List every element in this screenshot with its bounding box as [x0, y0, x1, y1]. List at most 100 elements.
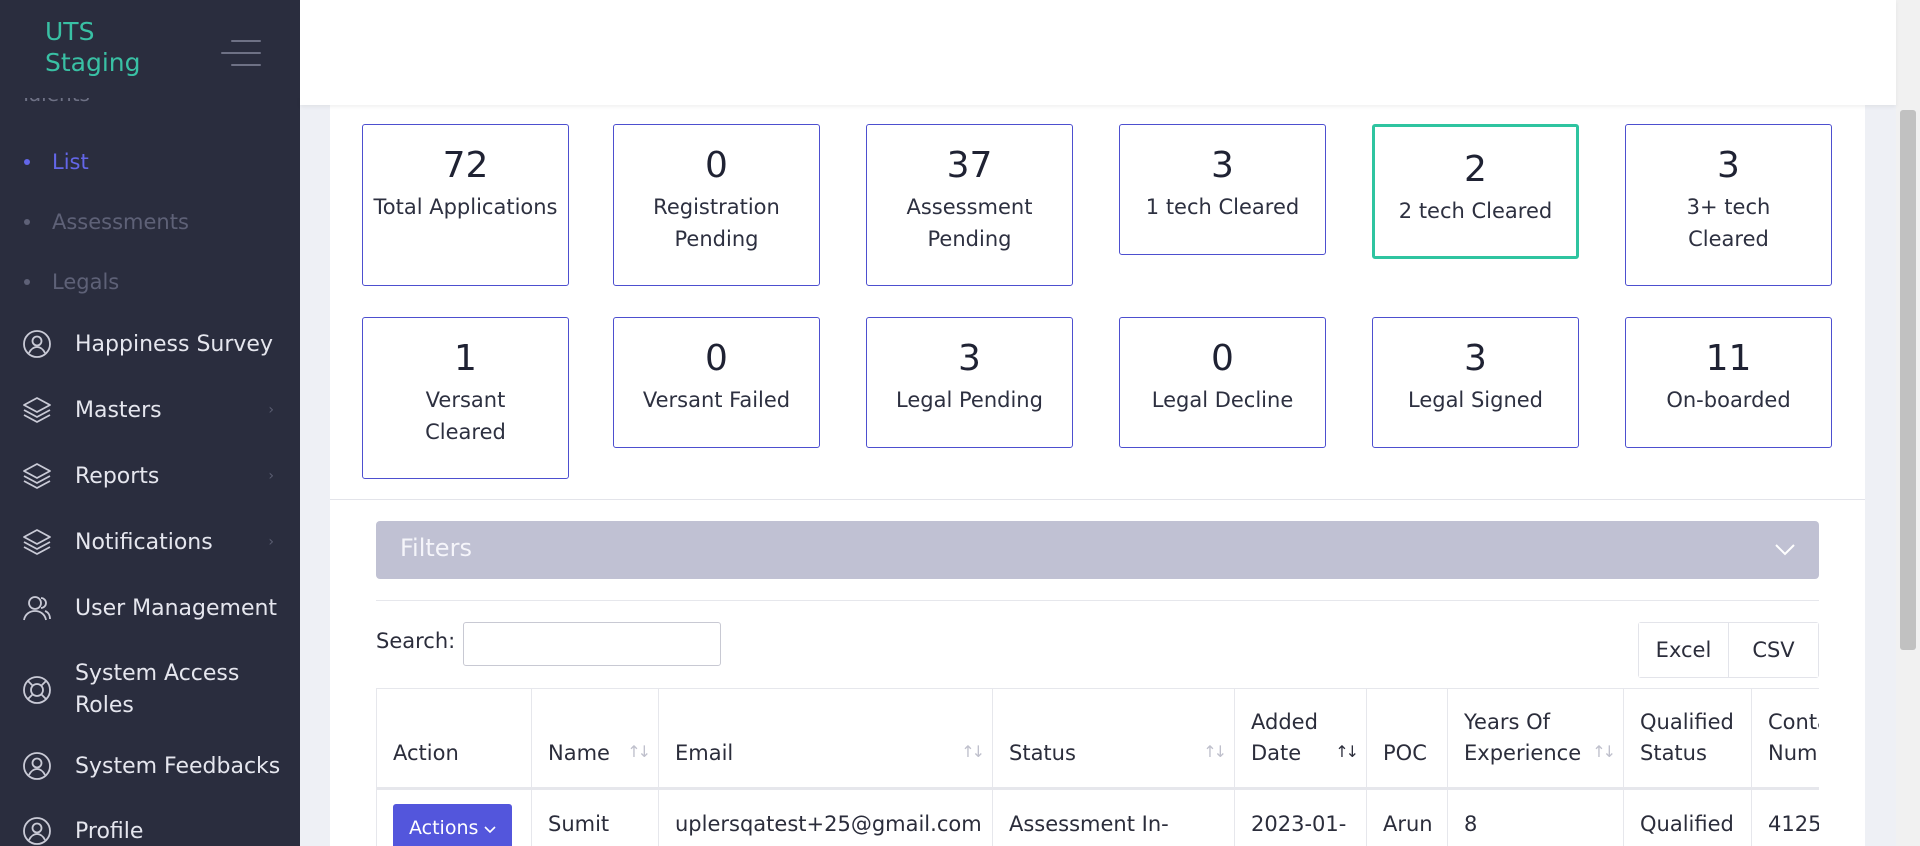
- sidebar: Talents List Assessments Legals Happines…: [0, 0, 300, 846]
- stat-value: 3: [1717, 145, 1740, 186]
- filters-accordion[interactable]: Filters: [376, 521, 1819, 579]
- sort-icon[interactable]: ↑↓: [961, 736, 985, 767]
- stat-card-2-tech-cleared[interactable]: 2 2 tech Cleared: [1372, 124, 1579, 259]
- layers-icon: [21, 460, 53, 492]
- sidebar-subitem-label: Legals: [52, 270, 120, 294]
- menu-toggle-icon[interactable]: [213, 36, 261, 72]
- vertical-scrollbar[interactable]: [1896, 0, 1920, 846]
- cell-qualified: Qualified: [1623, 788, 1752, 846]
- stat-card-versant-failed[interactable]: 0 Versant Failed: [613, 317, 820, 448]
- sidebar-item-label: System Feedbacks: [75, 753, 281, 779]
- stat-card-versant-cleared[interactable]: 1 Versant Cleared: [362, 317, 569, 479]
- app-logo[interactable]: UTS Staging: [45, 16, 141, 78]
- stat-value: 37: [946, 145, 993, 186]
- stat-card-total-applications[interactable]: 72 Total Applications: [362, 124, 569, 286]
- stat-card-3plus-tech-cleared[interactable]: 3 3+ tech Cleared: [1625, 124, 1832, 286]
- stat-value: 0: [705, 338, 728, 379]
- stat-card-on-boarded[interactable]: 11 On-boarded: [1625, 317, 1832, 448]
- stat-card-registration-pending[interactable]: 0 Registration Pending: [613, 124, 820, 286]
- sidebar-subitem-list[interactable]: List: [24, 142, 89, 182]
- cell-experience: 8: [1447, 788, 1624, 846]
- stat-label: 1 tech Cleared: [1145, 195, 1300, 219]
- stat-value: 2: [1464, 149, 1487, 190]
- stat-card-1-tech-cleared[interactable]: 3 1 tech Cleared: [1119, 124, 1326, 255]
- section-divider: [376, 600, 1819, 601]
- stat-value: 0: [1211, 338, 1234, 379]
- brand-line-1: UTS: [45, 17, 95, 46]
- sort-icon[interactable]: ↑↓: [627, 736, 651, 767]
- cell-contact: 4125636: [1751, 788, 1819, 846]
- sort-icon[interactable]: ↑↓: [1203, 736, 1227, 767]
- main-panel: 72 Total Applications 0 Registration Pen…: [330, 105, 1865, 846]
- column-header-email[interactable]: Email ↑↓: [658, 688, 993, 789]
- stat-label: Registration Pending: [653, 195, 780, 251]
- stat-label: Versant Failed: [642, 388, 791, 412]
- stat-label: Versant Cleared: [425, 388, 506, 444]
- sidebar-item-notifications[interactable]: Notifications ›: [0, 526, 300, 558]
- section-divider: [330, 499, 1865, 500]
- sidebar-item-happiness-survey[interactable]: Happiness Survey: [0, 328, 300, 360]
- column-header-status[interactable]: Status ↑↓: [992, 688, 1235, 789]
- sidebar-subitem-label: Assessments: [52, 210, 189, 234]
- cell-status: Assessment In-Progress: [992, 788, 1235, 846]
- sidebar-item-label: System Access Roles: [75, 661, 240, 718]
- actions-dropdown-button[interactable]: Actions: [393, 804, 513, 846]
- chevron-down-icon: [484, 826, 497, 834]
- user-circle-icon: [21, 750, 53, 782]
- sidebar-item-profile[interactable]: Profile: [0, 815, 300, 846]
- stat-value: 3: [1211, 145, 1234, 186]
- sidebar-item-user-management[interactable]: User Management: [0, 592, 300, 624]
- brand-line-2: Staging: [45, 48, 141, 77]
- layers-icon: [21, 394, 53, 426]
- sidebar-item-masters[interactable]: Masters ›: [0, 394, 300, 426]
- column-header-qualified-status: Qualified Status: [1623, 688, 1752, 789]
- export-button-group: Excel CSV: [1638, 622, 1819, 678]
- sort-icon[interactable]: ↑↓: [1592, 736, 1616, 767]
- stat-label: Assessment Pending: [906, 195, 1033, 251]
- sidebar-subitem-assessments[interactable]: Assessments: [24, 202, 189, 242]
- column-header-action: Action: [376, 688, 532, 789]
- sidebar-item-label: Profile: [75, 818, 144, 844]
- column-header-poc: POC: [1366, 688, 1448, 789]
- cell-email: uplersqatest+25@gmail.com: [658, 788, 993, 846]
- stat-label: Legal Decline: [1151, 388, 1294, 412]
- stat-label: Legal Signed: [1407, 388, 1543, 412]
- search-label: Search:: [376, 629, 456, 653]
- stat-label: Total Applications: [373, 195, 558, 219]
- bullet-icon: [24, 159, 30, 165]
- sidebar-item-label: Masters: [75, 397, 162, 423]
- top-header: [300, 0, 1896, 105]
- layers-icon: [21, 526, 53, 558]
- sidebar-item-system-feedbacks[interactable]: System Feedbacks: [0, 750, 300, 782]
- search-input[interactable]: [463, 622, 721, 666]
- chevron-down-icon: [1773, 537, 1797, 565]
- stat-value: 3: [958, 338, 981, 379]
- chevron-right-icon: ›: [268, 402, 274, 418]
- chevron-right-icon: ›: [268, 534, 274, 550]
- bullet-icon: [24, 219, 30, 225]
- scrollbar-thumb[interactable]: [1900, 110, 1916, 650]
- chevron-right-icon: ›: [268, 468, 274, 484]
- applications-table: Action Name ↑↓ Email ↑↓ Status ↑↓ Added Dat…: [376, 688, 1819, 846]
- stat-card-legal-decline[interactable]: 0 Legal Decline: [1119, 317, 1326, 448]
- sidebar-item-label: User Management: [75, 595, 278, 621]
- column-header-experience[interactable]: Years Of Experience ↑↓: [1447, 688, 1624, 789]
- sidebar-subitem-legals[interactable]: Legals: [24, 262, 119, 302]
- stat-value: 3: [1464, 338, 1487, 379]
- cell-name: Sumit Gupta: [531, 788, 659, 846]
- sort-icon[interactable]: ↑↓: [1335, 736, 1359, 767]
- sidebar-item-reports[interactable]: Reports ›: [0, 460, 300, 492]
- stat-label: 3+ tech Cleared: [1686, 195, 1771, 251]
- sidebar-item-system-access-roles[interactable]: System Access Roles: [0, 658, 300, 722]
- stat-card-legal-pending[interactable]: 3 Legal Pending: [866, 317, 1073, 448]
- stat-card-assessment-pending[interactable]: 37 Assessment Pending: [866, 124, 1073, 286]
- column-header-name[interactable]: Name ↑↓: [531, 688, 659, 789]
- stat-card-legal-signed[interactable]: 3 Legal Signed: [1372, 317, 1579, 448]
- sidebar-subitem-label: List: [52, 150, 89, 174]
- excel-export-button[interactable]: Excel: [1639, 623, 1728, 677]
- cell-poc: Arun Kumar: [1366, 788, 1451, 846]
- column-header-added-date[interactable]: Added Date ↑↓: [1234, 688, 1367, 789]
- cell-added-date: 2023-01-10: [1234, 788, 1367, 846]
- stat-label: 2 tech Cleared: [1398, 199, 1553, 223]
- csv-export-button[interactable]: CSV: [1728, 623, 1818, 677]
